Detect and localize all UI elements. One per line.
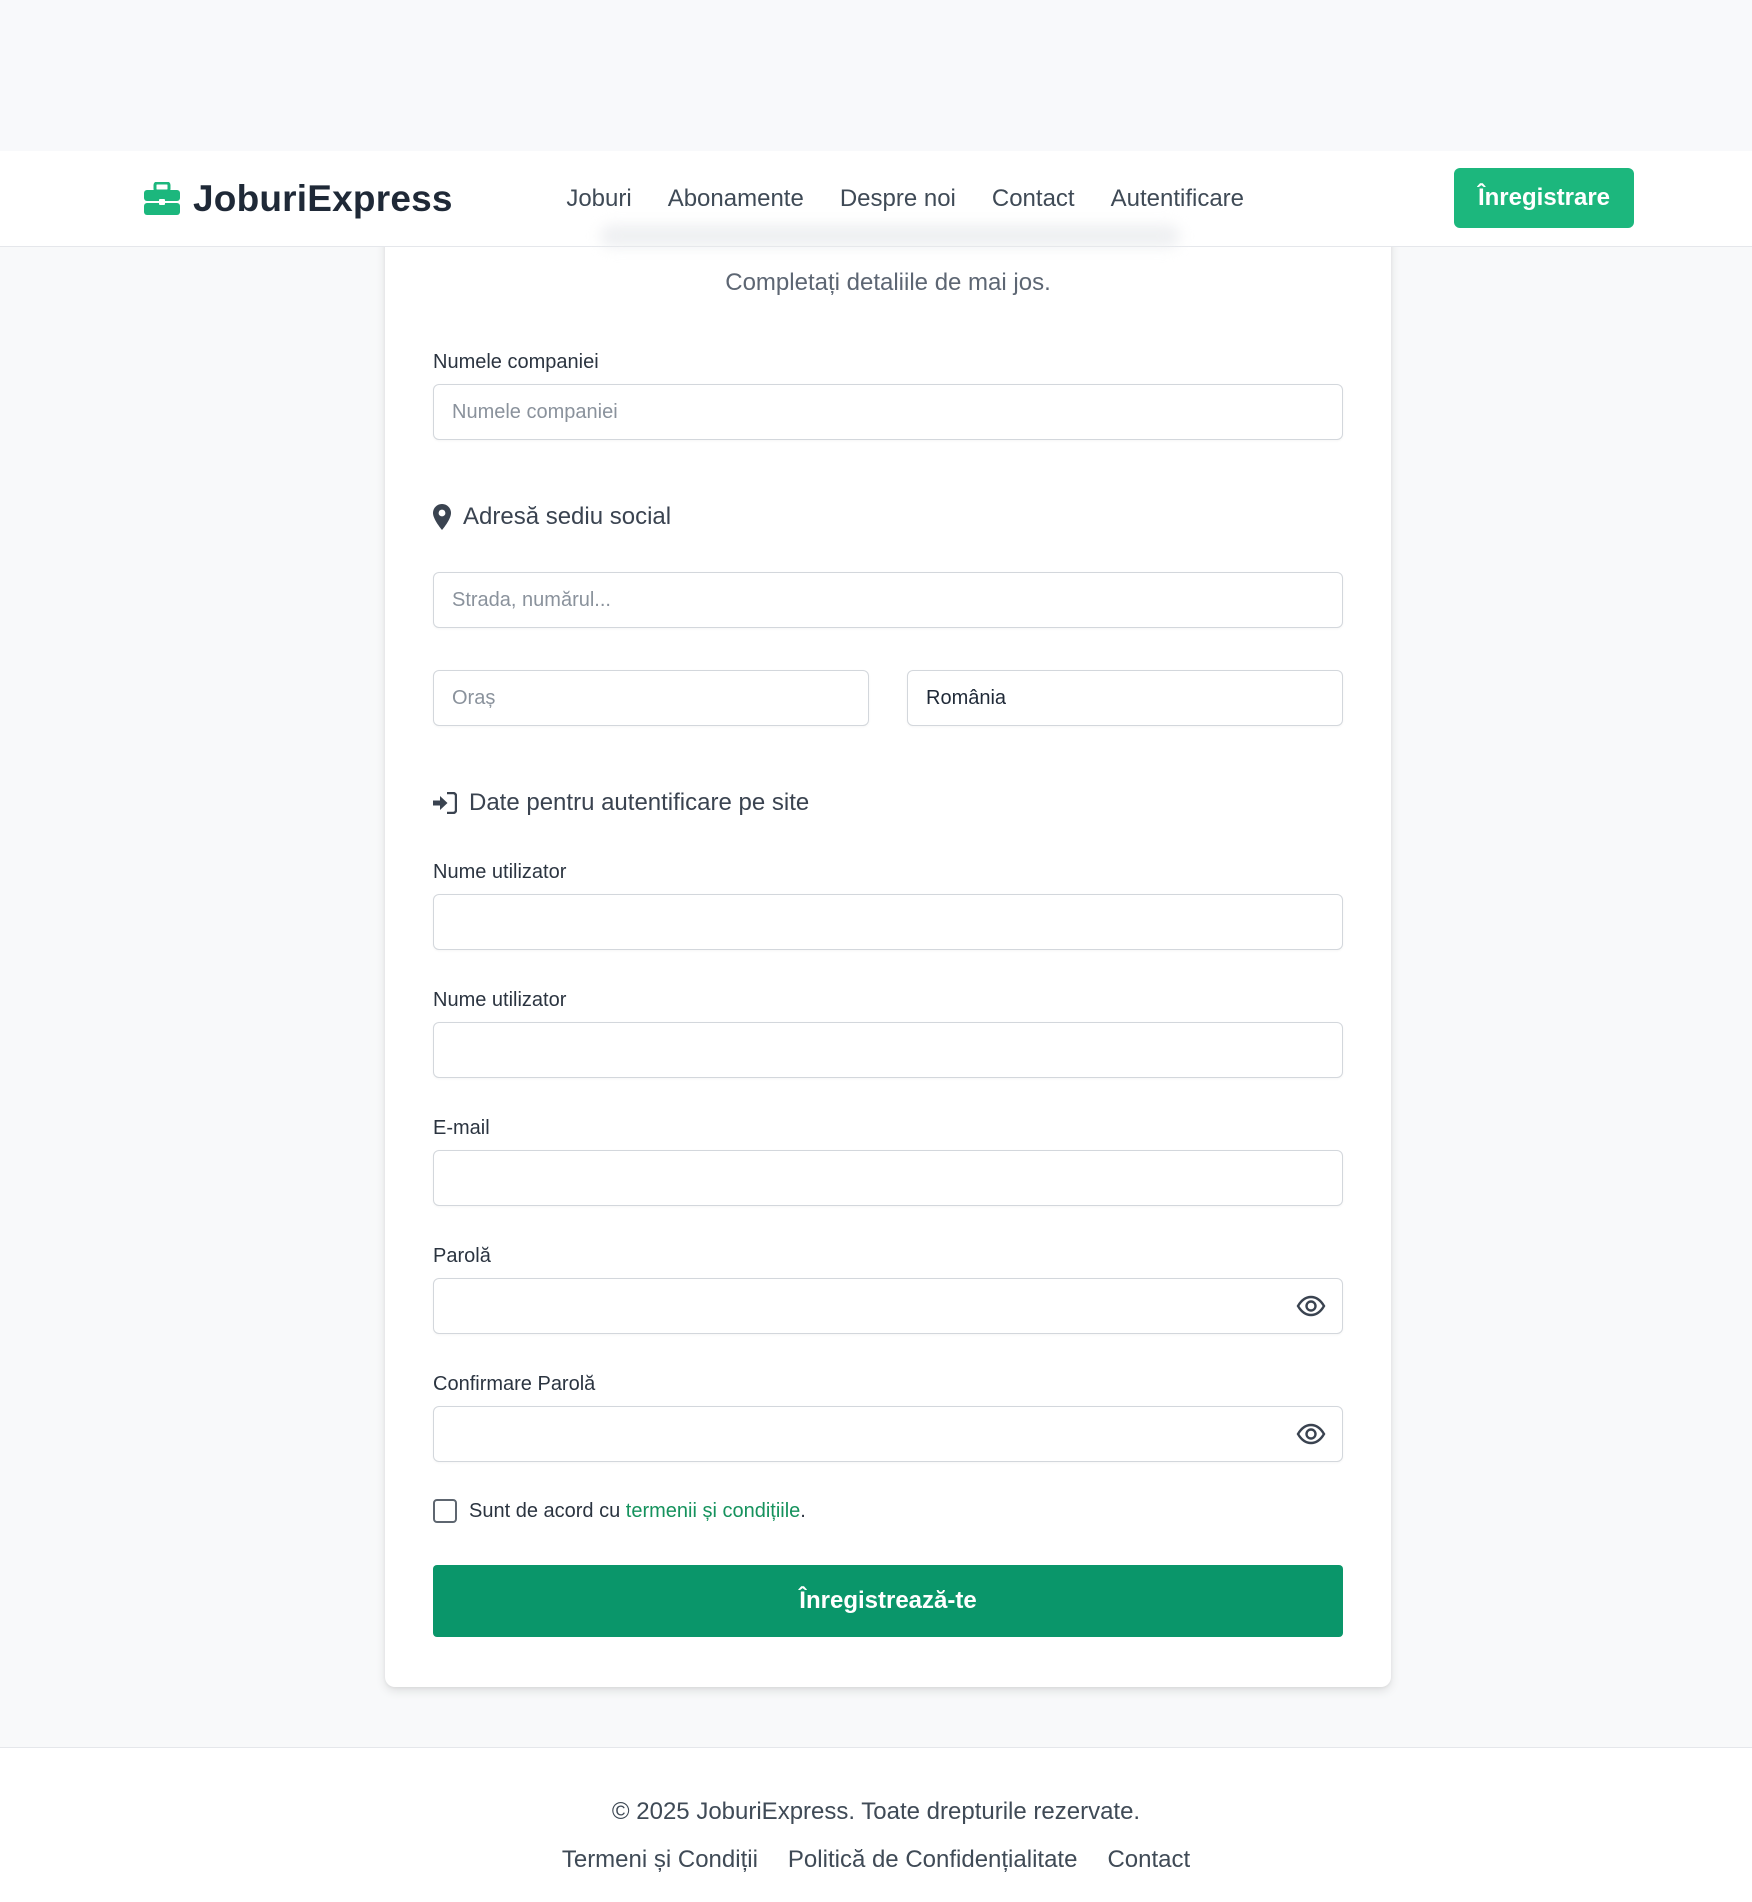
obscured-form-heading <box>600 225 1180 247</box>
sign-in-icon <box>433 792 457 814</box>
password-label: Parolă <box>433 1245 491 1267</box>
username-label: Nume utilizator <box>433 861 567 883</box>
email-label: E-mail <box>433 1117 490 1139</box>
show-password-eye-icon[interactable] <box>1296 1291 1326 1321</box>
email-input[interactable] <box>433 1150 1343 1206</box>
top-spacer <box>0 0 1752 151</box>
city-input[interactable] <box>433 670 869 726</box>
footer-link-contact[interactable]: Contact <box>1107 1846 1190 1874</box>
brand-name: JoburiExpress <box>193 178 453 219</box>
company-name-input[interactable] <box>433 384 1343 440</box>
footer-links: Termeni și Condiții Politică de Confiden… <box>0 1846 1752 1874</box>
register-nav-button[interactable]: Înregistrare <box>1454 168 1634 228</box>
login-section-label: Date pentru autentificare pe site <box>469 789 810 816</box>
show-password-confirm-eye-icon[interactable] <box>1296 1419 1326 1449</box>
copyright-text: © 2025 JoburiExpress. Toate drepturile r… <box>611 1798 1141 1825</box>
form-subtitle: Completați detaliile de mai jos. <box>725 269 1051 296</box>
company-name-label: Numele companiei <box>433 351 599 373</box>
password-confirm-label: Confirmare Parolă <box>433 1373 596 1395</box>
nav-link-contact[interactable]: Contact <box>974 185 1093 213</box>
brand-logo[interactable]: JoburiExpress <box>143 175 453 223</box>
nav-link-joburi[interactable]: Joburi <box>548 185 649 213</box>
terms-agreement-text: Sunt de acord cu termenii și condițiile. <box>469 1499 806 1523</box>
login-section-title: Date pentru autentificare pe site <box>433 789 809 817</box>
registration-card: Completați detaliile de mai jos. Numele … <box>385 225 1391 1687</box>
terms-suffix: . <box>800 1500 806 1522</box>
address-section-title: Adresă sediu social <box>433 503 671 531</box>
nav-link-autentificare[interactable]: Autentificare <box>1093 185 1262 213</box>
country-input[interactable] <box>907 670 1343 726</box>
terms-link[interactable]: termenii și condițiile <box>626 1500 801 1522</box>
username-input-2[interactable] <box>433 1022 1343 1078</box>
password-input[interactable] <box>433 1278 1343 1334</box>
password-confirm-input[interactable] <box>433 1406 1343 1462</box>
briefcase-icon <box>144 182 180 215</box>
terms-checkbox[interactable] <box>433 1499 457 1523</box>
address-section-label: Adresă sediu social <box>463 503 672 530</box>
footer-link-terms[interactable]: Termeni și Condiții <box>562 1846 758 1874</box>
username-label-2: Nume utilizator <box>433 989 567 1011</box>
nav-link-abonamente[interactable]: Abonamente <box>650 185 822 213</box>
register-submit-button[interactable]: Înregistrează-te <box>433 1565 1343 1637</box>
footer: © 2025 JoburiExpress. Toate drepturile r… <box>0 1747 1752 1902</box>
street-input[interactable] <box>433 572 1343 628</box>
map-marker-icon <box>433 504 451 530</box>
terms-prefix: Sunt de acord cu <box>469 1500 626 1522</box>
footer-link-privacy[interactable]: Politică de Confidențialitate <box>788 1846 1078 1874</box>
nav-link-despre-noi[interactable]: Despre noi <box>822 185 974 213</box>
username-input[interactable] <box>433 894 1343 950</box>
